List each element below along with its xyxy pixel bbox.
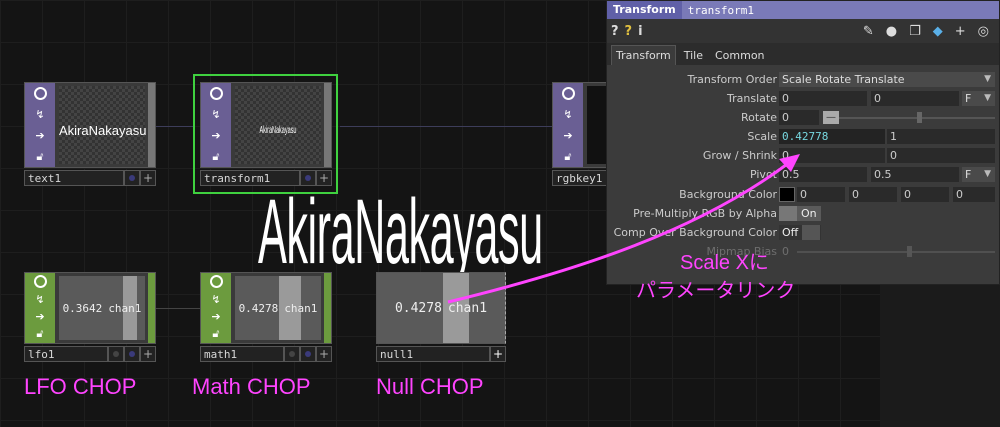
annotation-link-line1: Scale Xに <box>680 252 769 274</box>
channel-value: 0.3642 <box>62 301 103 315</box>
channel-value: 0.4278 <box>394 300 442 316</box>
channel-value: 0.4278 <box>238 301 279 315</box>
channel-name: chan1 <box>447 300 488 316</box>
annotation-link-line2: パラメータリンク <box>636 280 796 302</box>
channel-name: chan1 <box>284 301 318 315</box>
channel-name: chan1 <box>108 301 142 315</box>
annotation-arrow <box>447 154 800 304</box>
